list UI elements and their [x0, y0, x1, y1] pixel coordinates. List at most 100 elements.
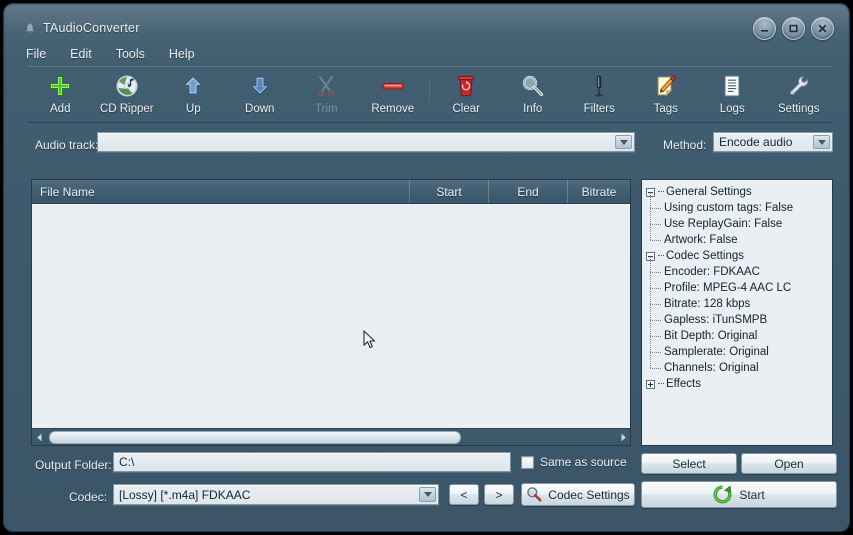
- menu-item-edit[interactable]: Edit: [67, 46, 95, 62]
- toolbar-label-trim: Trim: [314, 103, 338, 115]
- toolbar-button-clear[interactable]: Clear: [433, 67, 500, 120]
- menu-item-tools[interactable]: Tools: [113, 46, 148, 62]
- codec-prev-button[interactable]: <: [449, 484, 479, 505]
- toolbar-label-filters: Filters: [583, 103, 615, 115]
- open-button[interactable]: Open: [741, 453, 837, 474]
- tree-node[interactable]: Artwork: False: [642, 224, 832, 248]
- codec-next-button[interactable]: >: [484, 484, 514, 505]
- tree-connector: [650, 224, 652, 240]
- output-folder-input[interactable]: C:\: [113, 452, 511, 472]
- chevron-down-icon[interactable]: [813, 135, 830, 149]
- tree-node[interactable]: Bit Depth: Original: [642, 320, 832, 344]
- tree-connector: [650, 208, 652, 224]
- tree-node[interactable]: Codec Settings: [642, 248, 832, 264]
- scrollbar-track[interactable]: [46, 430, 616, 444]
- tree-connector: [650, 240, 661, 241]
- menu-item-file[interactable]: File: [23, 46, 49, 62]
- menu-item-help[interactable]: Help: [166, 46, 198, 62]
- tree-node-label: Samplerate: Original: [664, 346, 769, 358]
- method-combobox[interactable]: Encode audio: [713, 132, 833, 152]
- toolbar-button-settings[interactable]: Settings: [765, 67, 832, 120]
- tree-connector: [650, 368, 661, 369]
- toolbar-label-remove: Remove: [371, 103, 415, 115]
- file-list-horizontal-scrollbar[interactable]: [32, 428, 630, 445]
- tree-connector: [658, 191, 664, 193]
- toolbar-button-trim[interactable]: Trim: [293, 67, 360, 120]
- window-title: TAudioConverter: [43, 21, 140, 35]
- tree-node[interactable]: Effects: [642, 376, 832, 392]
- toolbar-button-up[interactable]: Up: [160, 67, 227, 120]
- scroll-right-arrow-icon[interactable]: [616, 430, 630, 445]
- file-list-body[interactable]: [32, 204, 630, 428]
- toolbar-button-remove[interactable]: Remove: [360, 67, 427, 120]
- codec-combobox[interactable]: [Lossy] [*.m4a] FDKAAC: [113, 484, 439, 505]
- toolbar: Add CD Ripper Up Down Trim Remove Clear …: [27, 66, 832, 123]
- toolbar-label-cd-ripper: CD Ripper: [99, 103, 154, 115]
- microphone-icon: [590, 72, 608, 100]
- toolbar-button-tags[interactable]: Tags: [632, 67, 699, 120]
- maximize-icon[interactable]: [782, 17, 805, 40]
- tree-node-label: Codec Settings: [666, 250, 744, 262]
- tree-connector: [658, 255, 664, 257]
- codec-value: [Lossy] [*.m4a] FDKAAC: [119, 487, 251, 502]
- file-list-panel: File Name Start End Bitrate: [31, 179, 631, 446]
- settings-tree-panel[interactable]: General Settings Using custom tags: False…: [641, 179, 833, 446]
- tree-node-label: Encoder: FDKAAC: [664, 266, 760, 278]
- column-header-start[interactable]: Start: [409, 180, 488, 203]
- tree-node-label: Channels: Original: [664, 362, 759, 374]
- toolbar-button-cd-ripper[interactable]: CD Ripper: [94, 67, 161, 120]
- start-button[interactable]: Start: [641, 481, 837, 508]
- tree-expand-icon[interactable]: [646, 379, 655, 389]
- toolbar-button-filters[interactable]: Filters: [566, 67, 633, 120]
- tree-connector: [650, 304, 652, 320]
- plus-icon: [48, 72, 72, 100]
- tree-node[interactable]: Samplerate: Original: [642, 336, 832, 360]
- close-icon[interactable]: [811, 17, 834, 40]
- chevron-down-icon[interactable]: [615, 135, 632, 149]
- toolbar-button-add[interactable]: Add: [27, 67, 94, 120]
- tree-node[interactable]: Profile: MPEG-4 AAC LC: [642, 272, 832, 296]
- audio-track-combobox[interactable]: [97, 132, 635, 152]
- tree-node[interactable]: Bitrate: 128 kbps: [642, 288, 832, 312]
- toolbar-button-down[interactable]: Down: [227, 67, 294, 120]
- toolbar-button-info[interactable]: Info: [499, 67, 566, 120]
- tree-connector: [650, 192, 652, 208]
- tree-node-label: Bit Depth: Original: [664, 330, 758, 342]
- title-bar: TAudioConverter: [5, 5, 848, 41]
- column-header-end[interactable]: End: [488, 180, 567, 203]
- magnifier-tool-icon: [526, 486, 543, 503]
- tree-connector: [650, 320, 652, 336]
- audio-track-label: Audio track:: [35, 138, 99, 152]
- same-as-source-label: Same as source: [540, 455, 627, 469]
- minimize-icon[interactable]: [753, 17, 776, 40]
- tree-node-label: Using custom tags: False: [664, 202, 794, 214]
- tree-node[interactable]: Use ReplayGain: False: [642, 208, 832, 232]
- select-button[interactable]: Select: [641, 453, 737, 474]
- arrow-up-icon: [182, 72, 204, 100]
- same-as-source-checkbox-group[interactable]: Same as source: [521, 455, 627, 469]
- tree-node[interactable]: Encoder: FDKAAC: [642, 256, 832, 280]
- document-icon: [722, 72, 742, 100]
- codec-label: Codec:: [69, 490, 108, 504]
- column-header-bitrate[interactable]: Bitrate: [567, 180, 630, 203]
- method-value: Encode audio: [719, 135, 793, 149]
- tree-connector: [650, 352, 652, 368]
- mouse-cursor-icon: [363, 330, 377, 350]
- magnifier-icon: [521, 72, 545, 100]
- tree-node[interactable]: Using custom tags: False: [642, 192, 832, 216]
- column-header-file-name[interactable]: File Name: [32, 180, 409, 203]
- toolbar-button-logs[interactable]: Logs: [699, 67, 766, 120]
- tree-node-label: General Settings: [666, 186, 752, 198]
- wrench-icon: [787, 72, 811, 100]
- scissors-icon: [315, 72, 337, 100]
- scrollbar-thumb[interactable]: [49, 431, 461, 444]
- tree-node[interactable]: Channels: Original: [642, 352, 832, 376]
- same-as-source-checkbox[interactable]: [521, 455, 534, 469]
- scroll-left-arrow-icon[interactable]: [32, 430, 46, 445]
- toolbar-label-info: Info: [523, 103, 543, 115]
- codec-settings-button[interactable]: Codec Settings: [521, 483, 635, 506]
- tree-node[interactable]: General Settings: [642, 184, 832, 200]
- chevron-down-icon[interactable]: [419, 487, 436, 502]
- tree-node[interactable]: Gapless: iTunSMPB: [642, 304, 832, 328]
- tree-node-label: Profile: MPEG-4 AAC LC: [664, 282, 792, 294]
